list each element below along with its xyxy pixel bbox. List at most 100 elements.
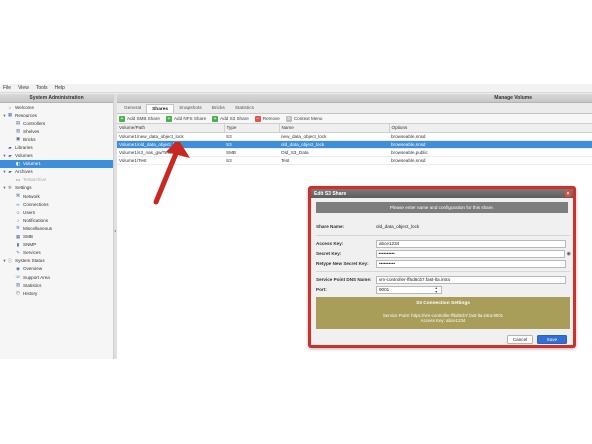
sidebar-item-label: Settings [15, 185, 32, 191]
stats-icon: ▥ [15, 282, 21, 288]
sidebar-item-connections[interactable]: ∞ Connections [0, 200, 113, 208]
tab-bricks[interactable]: Bricks [207, 104, 230, 113]
sidebar-item-label: Libraries [15, 145, 33, 151]
tab-snapshots[interactable]: Snapshots [174, 104, 207, 113]
access-key-input[interactable]: abce1234 [376, 240, 566, 248]
sidebar-item-label: Testarchive [23, 177, 47, 183]
sidebar-item-notifications[interactable]: ♪ Notifications [0, 216, 113, 224]
home-icon: ⌂ [8, 104, 12, 110]
tab-general[interactable]: General [119, 104, 146, 113]
sidebar-item-label: Overview [23, 266, 43, 272]
sidebar-item-label: Connections [23, 201, 49, 207]
port-stepper-icon[interactable]: ▲ ▼ [435, 286, 438, 294]
table-cell: new_data_object_lock [279, 132, 389, 141]
add-s3-share-button[interactable]: + Add S3 Share [212, 115, 249, 122]
share-icon: ▦ [15, 233, 21, 239]
share-toolbar: + Add SMB Share + Add NFS Share + Add S3 Shar… [117, 113, 592, 124]
table-cell: browseable,snsd [389, 156, 592, 166]
secret-key-input[interactable]: •••••••••• [375, 250, 565, 258]
sidebar-item-resources[interactable]: ▼ ▦ Resources [0, 111, 113, 119]
sidebar-item-welcome[interactable]: ⌂ Welcome [0, 103, 113, 111]
sidebar-item-label: Shelves [23, 128, 40, 134]
tab-bar: General Shares Snapshots Bricks Statistics [117, 104, 592, 113]
toolbar-button-label: Add NFS Share [173, 116, 207, 121]
column-header-volume-path[interactable]: Volume/Path [117, 124, 225, 133]
sidebar-item-history[interactable]: ◷ History [0, 289, 113, 297]
column-header-name[interactable]: Name [279, 124, 390, 133]
sidebar-item-shelves[interactable]: ▥ Shelves [0, 127, 113, 135]
menu-help[interactable]: Help [55, 85, 65, 91]
add-smb-share-button[interactable]: + Add SMB Share [119, 115, 160, 122]
table-cell: S3 [224, 156, 279, 166]
menu-view[interactable]: View [18, 85, 29, 91]
sidebar-item-volume1[interactable]: ◧ Volume1 [0, 159, 113, 168]
sidebar-item-network[interactable]: ⌘ Network [0, 192, 113, 200]
table-cell: Old_S3_Data [279, 148, 389, 158]
table-cell: old_data_object_lock [279, 140, 389, 149]
port-value: 9001 [379, 287, 390, 293]
port-input[interactable]: 9001 ▲ ▼ [376, 286, 442, 294]
sidebar-item-overview[interactable]: ◉ Overview [0, 265, 113, 273]
sidebar-item-label: Resources [15, 112, 37, 118]
close-icon[interactable]: × [565, 190, 571, 197]
sidebar-item-label: Network [23, 193, 40, 199]
show-password-icon[interactable]: ◉ [567, 251, 571, 257]
save-button[interactable]: Save [537, 335, 567, 344]
sidebar-item-settings[interactable]: ▼ ✲ Settings [0, 184, 113, 192]
dns-name-input[interactable]: vm-controller-ff5d8cb7.fast-lta.intra [376, 276, 566, 284]
s3-access-key: Access Key: abce1234 [420, 318, 466, 323]
dns-name-label: Service Point DNS Name: [316, 277, 372, 283]
menu-file[interactable]: File [3, 85, 11, 91]
sidebar-item-system-status[interactable]: ▼ ⓘ System Status [0, 257, 113, 265]
archive-icon: ▭ [15, 176, 21, 182]
sidebar-item-label: Archives [15, 169, 33, 175]
table-row[interactable]: Volume1/new_data_object_lock S3 new_data_o… [117, 132, 592, 141]
chart-icon: ▮ [16, 241, 20, 247]
sidebar-item-snmp[interactable]: ▮ SNMP [0, 241, 113, 249]
secret-key-label: Secret Key: [316, 251, 342, 257]
column-header-options[interactable]: Options [389, 124, 592, 133]
toolbar-button-label: Add S3 Share [220, 116, 249, 121]
dialog-instructions: Please enter name and configuration for … [316, 202, 568, 213]
sidebar-item-testarchive[interactable]: ▭ Testarchive [0, 176, 113, 184]
navigation-tree: ⌂ Welcome ▼ ▦ Resources ▤ Controllers ▥ Shelves ▣… [0, 103, 113, 297]
divider [316, 271, 570, 272]
collapse-arrow-icon[interactable]: ◂ [114, 228, 116, 233]
gear-icon: ✲ [16, 225, 20, 231]
cancel-button[interactable]: Cancel [507, 335, 533, 344]
main-title: Manage Volume [117, 94, 592, 103]
folder-icon: ▰ [8, 144, 12, 150]
menu-tools[interactable]: Tools [36, 85, 48, 91]
sidebar-item-users[interactable]: ☺ Users [0, 208, 113, 216]
sidebar-item-label: Welcome [15, 104, 35, 110]
retype-secret-key-input[interactable]: •••••••••• [376, 260, 566, 268]
sidebar-item-label: Controllers [23, 120, 46, 126]
column-header-type[interactable]: Type [224, 124, 280, 133]
dialog-title: Edit S3 Share [314, 190, 347, 197]
phone-icon: ☏ [15, 274, 21, 280]
shelf-icon: ▥ [15, 128, 21, 134]
remove-button[interactable]: − Remove [254, 115, 280, 122]
s3-connection-settings-box: S3 Connection Settings Service Point: ht… [316, 297, 570, 329]
context-menu-button[interactable]: ≡ Context Menu [285, 115, 322, 122]
add-nfs-share-button[interactable]: + Add NFS Share [165, 115, 207, 122]
sidebar-item-services[interactable]: ✎ Services [0, 249, 113, 257]
sidebar-item-support-area[interactable]: ☏ Support Area [0, 273, 113, 281]
sidebar-item-smb[interactable]: ▦ SMB [0, 233, 113, 241]
sidebar-item-miscellaneous[interactable]: ✲ Miscellaneous [0, 224, 113, 232]
sidebar-item-archives[interactable]: ▼ ▰ Archives [0, 168, 113, 176]
share-name-label: Share Name: [316, 224, 345, 229]
sidebar-item-volumes[interactable]: ▼ ▰ Volumes [0, 152, 113, 160]
sidebar-item-label: Bricks [23, 136, 36, 142]
sidebar-item-controllers[interactable]: ▤ Controllers [0, 119, 113, 127]
tab-statistics[interactable]: Statistics [230, 104, 259, 113]
sidebar-item-label: SMB [23, 234, 33, 240]
sidebar-item-libraries[interactable]: ▰ Libraries [0, 143, 113, 151]
sidebar-item-bricks[interactable]: ▣ Bricks [0, 135, 113, 143]
share-name-row: Share Name: old_data_object_lock [316, 224, 571, 229]
sidebar-item-statistics[interactable]: ▥ Statistics [0, 281, 113, 289]
tab-shares[interactable]: Shares [146, 104, 175, 113]
dialog-title-bar[interactable]: Edit S3 Share × [311, 189, 573, 198]
annotation-arrow-icon [153, 142, 190, 205]
table-cell: Volume1/new_data_object_lock [117, 132, 224, 141]
